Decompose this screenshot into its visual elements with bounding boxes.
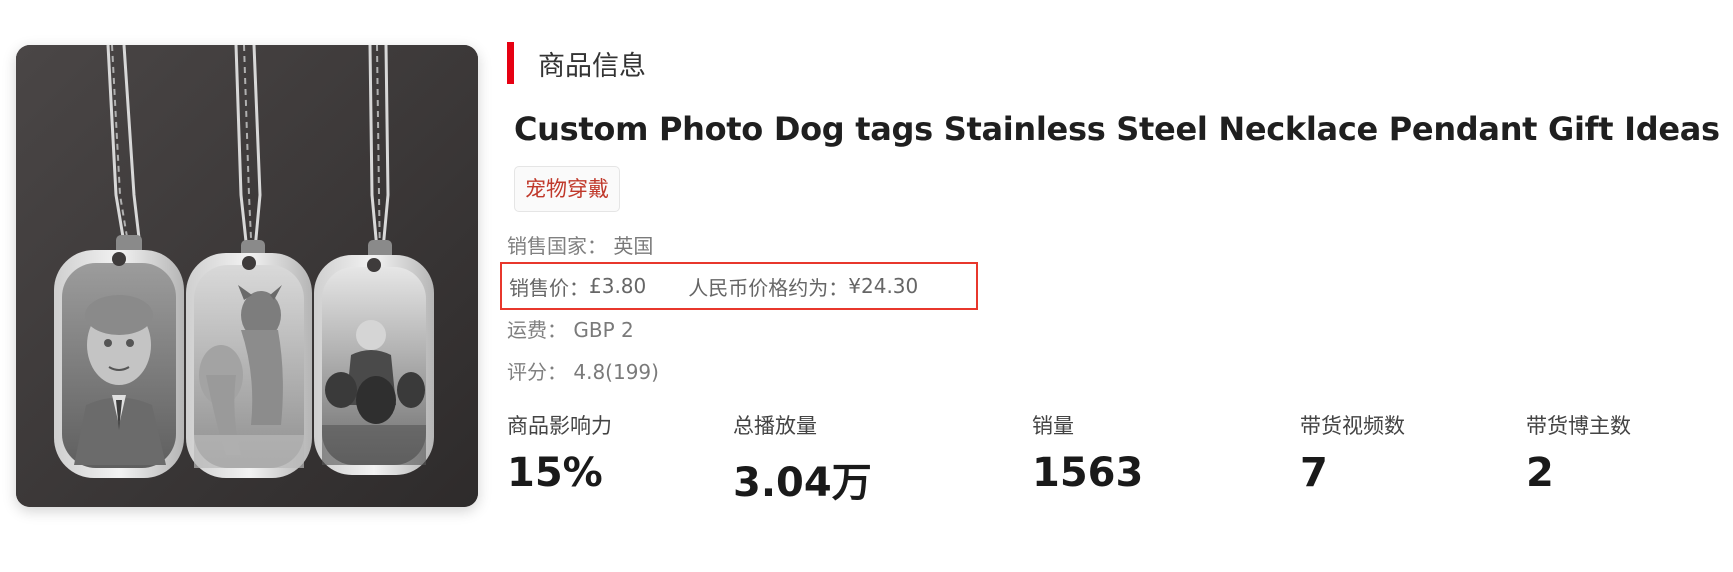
stat-value: 7 (1300, 450, 1328, 496)
rating: 评分： 4.8(199) (507, 356, 659, 385)
sale-price-label: 销售价： (509, 275, 589, 300)
stat-total-plays: 总播放量 3.04万 (733, 410, 872, 508)
stat-label: 总播放量 (733, 414, 817, 438)
stat-sales: 销量 1563 (1032, 410, 1143, 496)
sales-country: 销售国家： 英国 (507, 230, 653, 259)
stat-label: 带货视频数 (1300, 414, 1405, 438)
shipping-fee: 运费： GBP 2 (507, 314, 634, 343)
stat-creators: 带货博主数 2 (1526, 410, 1631, 496)
rating-value: 4.8(199) (573, 360, 659, 384)
rmb-price-value: ¥24.30 (848, 274, 919, 298)
rmb-price-label: 人民币价格约为： (688, 275, 849, 300)
stat-value: 2 (1526, 450, 1554, 496)
section-title: 商品信息 (538, 50, 646, 82)
stat-value: 15% (507, 450, 603, 496)
sales-country-value: 英国 (613, 234, 654, 258)
stat-videos: 带货视频数 7 (1300, 410, 1405, 496)
product-image[interactable] (16, 45, 478, 507)
stat-label: 销量 (1032, 414, 1074, 438)
stat-influence: 商品影响力 15% (507, 410, 612, 496)
rating-label: 评分： (507, 360, 567, 384)
accent-bar (507, 42, 514, 84)
stat-value: 3.04万 (733, 460, 872, 506)
stat-value: 1563 (1032, 450, 1144, 496)
product-title: Custom Photo Dog tags Stainless Steel Ne… (514, 110, 1720, 148)
shipping-value: GBP 2 (573, 318, 634, 342)
sales-country-label: 销售国家： (507, 234, 607, 258)
shipping-label: 运费： (507, 318, 567, 342)
stat-label: 商品影响力 (507, 414, 612, 438)
section-header: 商品信息 (507, 42, 646, 84)
stat-label: 带货博主数 (1526, 414, 1631, 438)
product-photo-icon (16, 45, 478, 507)
price-highlight-box: 销售价： £3.80 人民币价格约为： ¥24.30 (500, 262, 978, 310)
category-tag[interactable]: 宠物穿戴 (514, 166, 620, 212)
sale-price-value: £3.80 (589, 274, 647, 298)
